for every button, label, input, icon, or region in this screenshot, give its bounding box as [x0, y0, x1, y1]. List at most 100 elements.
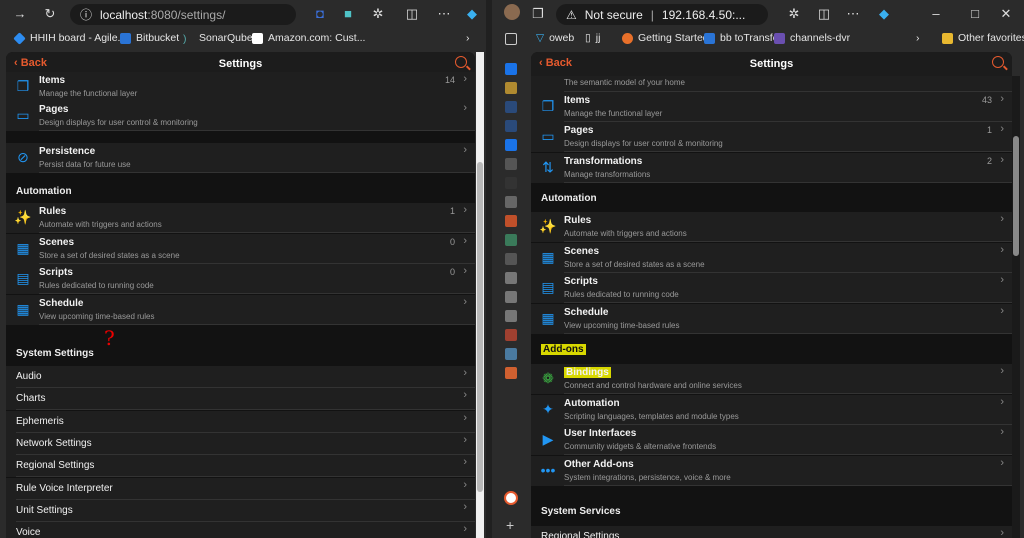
split-screen-icon[interactable]: ◫: [404, 6, 420, 22]
extensions-icon[interactable]: ✲: [786, 6, 802, 22]
settings-row-pages[interactable]: ▭ Pages Design displays for user control &…: [6, 101, 475, 131]
sidebar-app-icon[interactable]: [505, 291, 517, 303]
settings-row-transformations[interactable]: ⇅ Transformations Manage transformations 2 ›: [531, 153, 1012, 183]
divider: [39, 324, 475, 325]
bookmark[interactable]: ▯ jj: [585, 32, 600, 44]
bookmark[interactable]: channels-dvr: [774, 32, 850, 44]
maximize-icon[interactable]: □: [967, 6, 983, 21]
row-subtitle: Store a set of desired states as a scene: [564, 260, 705, 269]
extensions-icon[interactable]: ✲: [370, 6, 386, 22]
scrollbar[interactable]: [476, 52, 484, 538]
row-title: Automation: [564, 398, 620, 409]
section-header-automation: Automation: [16, 186, 72, 197]
settings-row-pages[interactable]: ▭ Pages Design displays for user control &…: [531, 122, 1012, 152]
bitwarden-icon[interactable]: ◘: [312, 6, 328, 21]
sidebar-app-icon[interactable]: [505, 120, 517, 132]
back-button[interactable]: ‹ Back: [14, 57, 47, 69]
close-icon[interactable]: ✕: [998, 6, 1014, 22]
sidebar-app-icon[interactable]: [505, 158, 517, 170]
settings-row-rules[interactable]: ✨ Rules Automate with triggers and actions…: [6, 203, 475, 233]
split-screen-icon[interactable]: ◫: [816, 6, 832, 22]
chevron-right-icon: ›: [463, 296, 467, 308]
settings-row-schedule[interactable]: ▦ Schedule View upcoming time-based rules ›: [6, 295, 475, 325]
bookmark[interactable]: Bitbucket: [120, 32, 179, 44]
workspaces-icon[interactable]: ❐: [530, 6, 546, 22]
sidebar-app-icon[interactable]: [505, 348, 517, 360]
settings-row-model[interactable]: The semantic model of your home: [531, 76, 1012, 92]
settings-row-rules[interactable]: ✨ Rules Automate with triggers and actions…: [531, 212, 1012, 242]
chevron-right-icon: ›: [463, 501, 467, 513]
settings-row-voice[interactable]: Voice ›: [6, 522, 475, 538]
row-title: Persistence: [39, 146, 96, 157]
bookmark[interactable]: Getting Started: [622, 32, 709, 44]
settings-row-schedule[interactable]: ▦ Schedule View upcoming time-based rules ›: [531, 304, 1012, 334]
refresh-icon[interactable]: ↻: [42, 6, 58, 22]
settings-row-scripts[interactable]: ▤ Scripts Rules dedicated to running code 0…: [6, 264, 475, 294]
sidebar-app-icon[interactable]: [505, 196, 517, 208]
settings-row-network-settings[interactable]: Network Settings ›: [6, 433, 475, 455]
bookmark[interactable]: Amazon.com: Cust...: [252, 32, 365, 44]
chevron-right-icon: ›: [1000, 123, 1004, 135]
settings-row-unit-settings[interactable]: Unit Settings ›: [6, 500, 475, 522]
settings-row-regional-settings[interactable]: Regional Settings ›: [6, 455, 475, 477]
chevron-right-icon: ›: [463, 235, 467, 247]
bookmark[interactable]: ▽ oweb: [536, 32, 574, 44]
address-bar[interactable]: ⚠ Not secure | 192.168.4.50:...: [556, 4, 768, 25]
profile-avatar[interactable]: [504, 4, 520, 20]
sidebar-app-icon[interactable]: [505, 101, 517, 113]
sidebar-app-icon[interactable]: [505, 253, 517, 265]
bookmark[interactable]: HHIH board - Agile...: [13, 31, 126, 45]
sidebar-app-icon[interactable]: [505, 215, 517, 227]
sidebar-app-icon[interactable]: [505, 234, 517, 246]
tabs-icon[interactable]: [505, 33, 517, 45]
settings-row-scenes[interactable]: ▦ Scenes Store a set of desired states as …: [6, 234, 475, 264]
sidebar-app-icon[interactable]: [505, 82, 517, 94]
settings-row-regional-settings[interactable]: Regional Settings ›: [531, 526, 1012, 538]
sidebar-app-icon[interactable]: [505, 329, 517, 341]
sidebar-app-icon[interactable]: [505, 367, 517, 379]
bookmark[interactable]: ) SonarQube: [183, 32, 253, 45]
openhab-app-icon[interactable]: [504, 491, 518, 505]
monitor-icon: ▭: [541, 128, 555, 144]
copilot-icon[interactable]: ◆: [464, 6, 480, 22]
settings-row-scenes[interactable]: ▦ Scenes Store a set of desired states as …: [531, 243, 1012, 273]
other-favorites[interactable]: Other favorites: [942, 32, 1024, 44]
settings-row-user-interfaces[interactable]: ▶ User Interfaces Community widgets & alte…: [531, 425, 1012, 455]
settings-row-other-add-ons[interactable]: ••• Other Add-ons System integrations, per…: [531, 456, 1012, 486]
play-screen-icon: ▶: [542, 431, 554, 447]
row-title: Transformations: [564, 156, 643, 167]
settings-row-charts[interactable]: Charts ›: [6, 388, 475, 410]
sidebar-app-icon[interactable]: [505, 63, 517, 75]
more-menu-icon[interactable]: ⋯: [436, 6, 452, 22]
settings-row-automation[interactable]: ✦ Automation Scripting languages, template…: [531, 395, 1012, 425]
minimize-icon[interactable]: –: [928, 6, 944, 21]
settings-row-ephemeris[interactable]: Ephemeris ›: [6, 411, 475, 433]
chevron-right-icon: ›: [1000, 426, 1004, 438]
search-icon[interactable]: [992, 56, 1004, 68]
save-extension-icon[interactable]: ■: [340, 6, 356, 21]
bookmarks-overflow-chevron-icon[interactable]: ›: [916, 32, 920, 44]
settings-row-audio[interactable]: Audio ›: [6, 366, 475, 388]
copilot-icon[interactable]: ◆: [876, 6, 892, 22]
add-app-icon[interactable]: +: [506, 517, 514, 533]
sidebar-app-icon[interactable]: [505, 310, 517, 322]
settings-row-scripts[interactable]: ▤ Scripts Rules dedicated to running code ›: [531, 273, 1012, 303]
settings-row-rule-voice-interpreter[interactable]: Rule Voice Interpreter ›: [6, 478, 475, 500]
bookmark[interactable]: bb toTransfer: [704, 32, 782, 44]
settings-row-persistence[interactable]: ⊘ Persistence Persist data for future use ›: [6, 143, 475, 173]
address-bar[interactable]: ⓘ localhost:8080/settings/: [70, 4, 296, 25]
settings-row-bindings[interactable]: ❁ Bindings Connect and control hardware an…: [531, 364, 1012, 394]
sidebar-app-icon[interactable]: [505, 177, 517, 189]
sidebar-app-icon[interactable]: [505, 272, 517, 284]
scrollbar[interactable]: [1012, 76, 1020, 538]
bookmarks-overflow-chevron-icon[interactable]: ›: [466, 32, 470, 44]
more-menu-icon[interactable]: ⋯: [845, 6, 861, 22]
search-icon[interactable]: [455, 56, 467, 68]
settings-row-items[interactable]: ❐ Items Manage the functional layer 14 ›: [6, 72, 475, 102]
items-icon: ❐: [16, 78, 30, 94]
forward-icon[interactable]: →: [12, 6, 28, 21]
back-button[interactable]: ‹ Back: [539, 57, 572, 69]
sidebar-app-icon[interactable]: [505, 139, 517, 151]
divider: [564, 241, 1012, 242]
settings-row-items[interactable]: ❐ Items Manage the functional layer 43 ›: [531, 92, 1012, 122]
